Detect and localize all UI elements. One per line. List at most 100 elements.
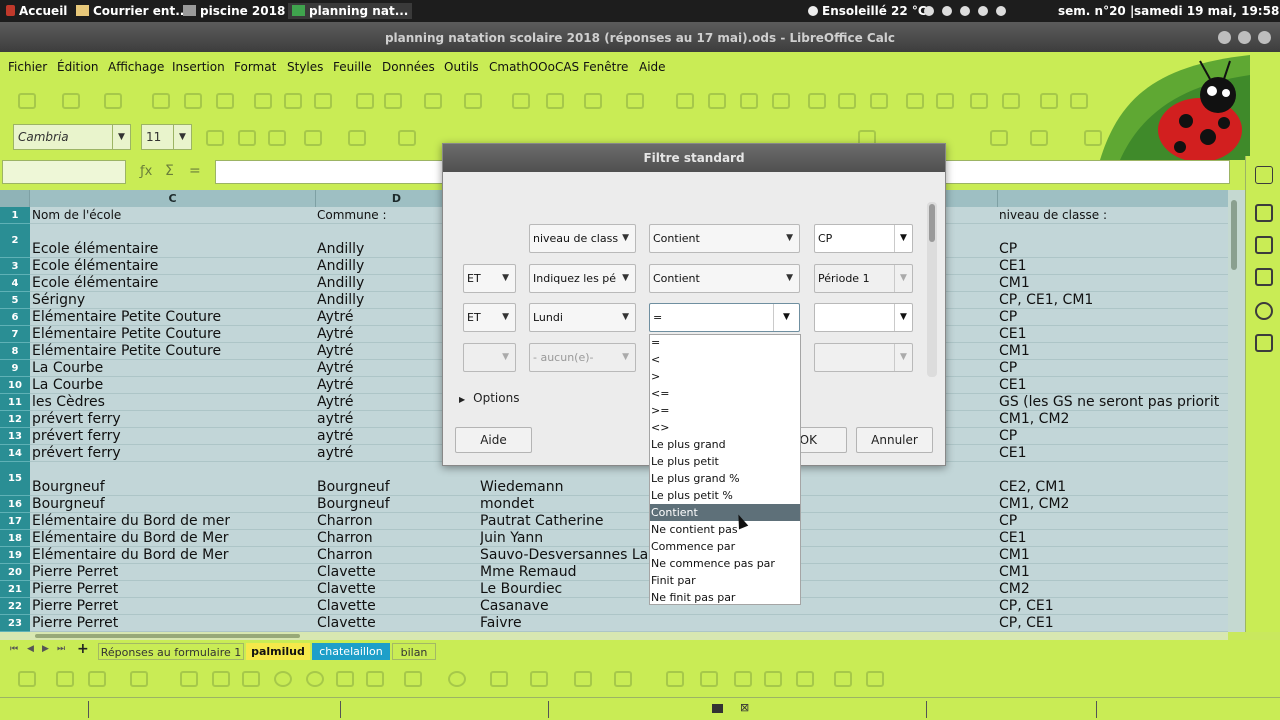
cell[interactable]: CP, CE1 <box>999 615 1227 632</box>
cell[interactable]: prévert ferry <box>32 411 121 428</box>
cell[interactable]: Charron <box>317 547 373 564</box>
row-header[interactable]: 23 <box>0 615 30 632</box>
function-wizard-icon[interactable]: ƒx <box>140 164 152 179</box>
cell[interactable]: Bourgneuf <box>32 479 105 496</box>
circle-icon[interactable] <box>306 671 324 687</box>
autofilter-icon[interactable] <box>772 93 790 109</box>
symbol-shapes-icon[interactable] <box>448 671 466 687</box>
chevron-down-icon[interactable]: ▼ <box>894 344 912 371</box>
split-window-icon[interactable] <box>1070 93 1088 109</box>
dropdown-option[interactable]: Le plus grand % <box>650 470 800 487</box>
cell[interactable]: CE1 <box>999 326 1227 343</box>
cell[interactable]: La Courbe <box>32 360 103 377</box>
triangle-icon[interactable] <box>336 671 354 687</box>
cell[interactable]: Le Bourdiec <box>480 581 562 598</box>
selection-mode-icon[interactable] <box>712 704 723 713</box>
menu-aide[interactable]: Aide <box>639 60 666 74</box>
new-icon[interactable] <box>18 93 36 109</box>
menu-edition[interactable]: Édition <box>57 60 99 74</box>
undo-icon[interactable] <box>424 93 442 109</box>
cell[interactable]: Ecole élémentaire <box>32 241 158 258</box>
cell[interactable]: Clavette <box>317 598 376 615</box>
redo-icon[interactable] <box>464 93 482 109</box>
rectangle-icon[interactable] <box>180 671 198 687</box>
dropdown-option[interactable]: Contient <box>650 504 800 521</box>
paste-icon[interactable] <box>314 93 332 109</box>
cell[interactable]: Bourgneuf <box>32 496 105 513</box>
cell[interactable]: Commune : <box>317 207 387 224</box>
cell[interactable]: Elémentaire du Bord de mer <box>32 513 230 530</box>
cell[interactable]: Clavette <box>317 615 376 632</box>
image-icon[interactable] <box>808 93 826 109</box>
clear-format-icon[interactable] <box>384 93 402 109</box>
font-size-box[interactable]: 11 ▼ <box>141 124 192 150</box>
system-tray[interactable] <box>920 3 1010 19</box>
row-header[interactable]: 14 <box>0 445 30 462</box>
name-box[interactable] <box>2 160 126 184</box>
line-icon[interactable] <box>56 671 74 687</box>
column-header-f[interactable] <box>998 190 1228 207</box>
row-header[interactable]: 4 <box>0 275 30 292</box>
arrow-icon[interactable] <box>88 671 106 687</box>
chevron-down-icon[interactable]: ▼ <box>894 304 912 331</box>
toggle-extrusion-icon[interactable] <box>834 671 852 687</box>
taskbar-item-planning[interactable]: planning nat... <box>288 3 413 19</box>
cell[interactable]: La Courbe <box>32 377 103 394</box>
taskbar-item-mail[interactable]: Courrier ent... <box>76 3 189 19</box>
formula-icon[interactable]: = <box>189 163 201 179</box>
block-arrows-icon[interactable] <box>490 671 508 687</box>
cancel-button[interactable]: Annuler <box>856 427 933 453</box>
maximize-button[interactable] <box>1238 31 1251 44</box>
tab-reponses-formulaire[interactable]: Réponses au formulaire 1 <box>98 643 244 660</box>
basic-shapes-icon[interactable] <box>404 671 422 687</box>
cell[interactable]: CE1 <box>999 530 1227 547</box>
column-icon[interactable] <box>626 93 644 109</box>
dropdown-option[interactable]: = <box>650 334 800 351</box>
underline-icon[interactable] <box>268 130 286 146</box>
font-name-box[interactable]: Cambria ▼ <box>13 124 131 150</box>
hyperlink-icon[interactable] <box>936 93 954 109</box>
cell[interactable]: niveau de classe : <box>999 207 1227 224</box>
curve-icon[interactable] <box>130 671 148 687</box>
glue-points-icon[interactable] <box>866 671 884 687</box>
row-header[interactable]: 22 <box>0 598 30 615</box>
weather-indicator[interactable]: Ensoleillé 22 °C <box>808 3 927 19</box>
cell[interactable]: Clavette <box>317 581 376 598</box>
cell[interactable]: Andilly <box>317 258 364 275</box>
row-header[interactable]: 11 <box>0 394 30 411</box>
cell[interactable]: CE1 <box>999 377 1227 394</box>
condition-3[interactable]: = ▼ <box>649 303 800 332</box>
cell[interactable]: Elémentaire Petite Couture <box>32 309 221 326</box>
freeze-icon[interactable] <box>1040 93 1058 109</box>
clone-format-icon[interactable] <box>356 93 374 109</box>
cell[interactable]: CP <box>999 360 1227 377</box>
chevron-down-icon[interactable]: ▼ <box>112 125 130 149</box>
cell[interactable]: Sauvo-Desversannes La <box>480 547 648 564</box>
navigator-icon[interactable] <box>1255 302 1273 320</box>
cell[interactable]: Faivre <box>480 615 522 632</box>
row-header[interactable]: 1 <box>0 207 30 224</box>
dropdown-option[interactable]: <> <box>650 419 800 436</box>
tab-chatelaillon[interactable]: chatelaillon <box>312 643 390 660</box>
cell[interactable]: CM1 <box>999 547 1227 564</box>
cell[interactable]: Mme Remaud <box>480 564 576 581</box>
field-name-3[interactable]: Lundi ▼ <box>529 303 636 332</box>
square-icon[interactable] <box>242 671 260 687</box>
functions-icon[interactable] <box>1255 334 1273 352</box>
row-header[interactable]: 8 <box>0 343 30 360</box>
chevron-down-icon[interactable]: ▼ <box>894 225 912 252</box>
cell[interactable]: CP <box>999 309 1227 326</box>
condition-dropdown-list[interactable]: = < > <= >= <> Le plus grand Le plus petit Le pl… <box>649 334 801 605</box>
spelling-icon[interactable] <box>546 93 564 109</box>
menu-affichage[interactable]: Affichage <box>108 60 164 74</box>
rounded-rect-icon[interactable] <box>212 671 230 687</box>
row-header[interactable]: 17 <box>0 513 30 530</box>
row-header[interactable]: 7 <box>0 326 30 343</box>
cell[interactable]: CP <box>999 241 1227 258</box>
menu-styles[interactable]: Styles <box>287 60 323 74</box>
image-frame-icon[interactable] <box>796 671 814 687</box>
cell[interactable]: CE1 <box>999 258 1227 275</box>
cell[interactable]: mondet <box>480 496 534 513</box>
cell[interactable]: CE1 <box>999 445 1227 462</box>
operator-2[interactable]: ET ▼ <box>463 264 516 293</box>
